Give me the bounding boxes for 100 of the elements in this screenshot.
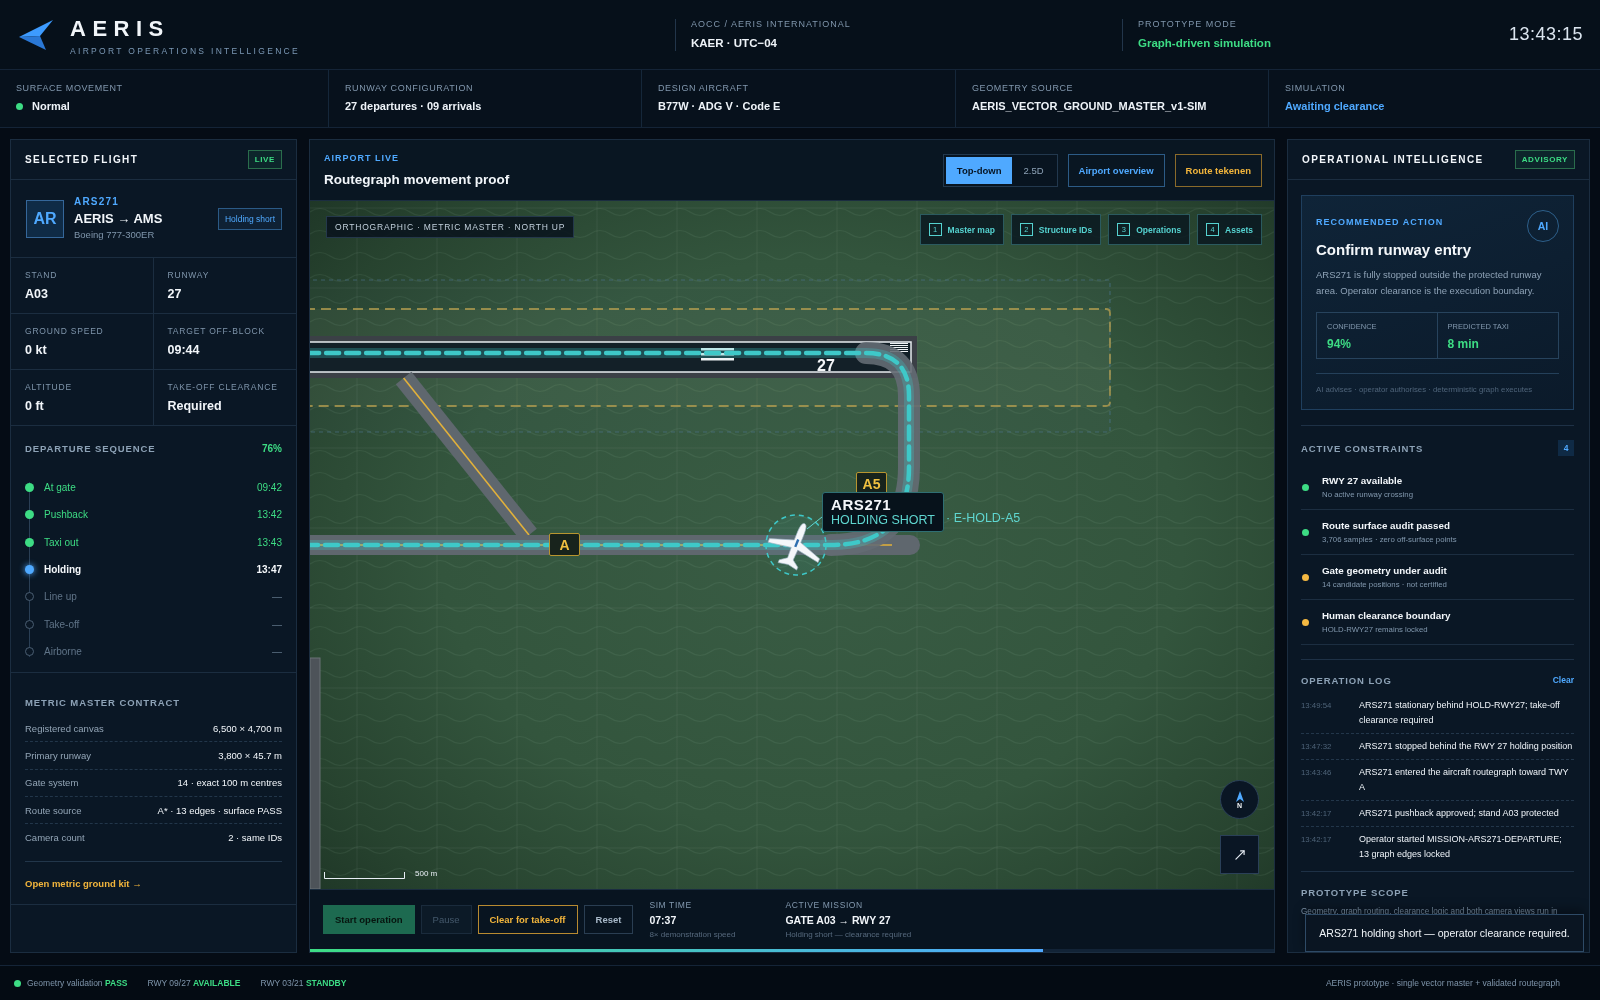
status-label: SURFACE MOVEMENT [16, 83, 124, 94]
map-title: Routegraph movement proof [324, 171, 510, 188]
mission-value: GATE A03 → RWY 27 [785, 913, 892, 927]
control-button[interactable]: Reset [583, 905, 634, 934]
contract-value: 14 · exact 100 m centres [177, 777, 282, 789]
step-label: Airborne [44, 645, 83, 657]
status-label: DESIGN AIRCRAFT [658, 83, 750, 94]
step-time: — [272, 618, 282, 630]
contract-value: 6,500 × 4,700 m [213, 722, 282, 734]
aircraft-icon [767, 523, 820, 571]
constraint-title: Human clearance boundary [1322, 609, 1451, 622]
brand-tagline: AIRPORT OPERATIONS INTELLIGENCE [70, 45, 300, 56]
status-label: RUNWAY CONFIGURATION [345, 83, 475, 94]
section-title: ACTIVE CONSTRAINTS [1301, 442, 1424, 454]
contract-label: Route source [25, 804, 82, 816]
clock: 13:43:15 [1508, 24, 1584, 45]
map-action-button[interactable]: Route tekenen [1174, 153, 1262, 187]
stat-value: 09:44 [167, 343, 201, 358]
taxiway-label: A [549, 533, 580, 556]
contract-value: A* · 13 edges · surface PASS [157, 804, 282, 816]
contract-label: Primary runway [25, 749, 91, 761]
log-message: ARS271 entered the aircraft routegraph toward TWY A [1359, 766, 1570, 794]
airline-avatar: AR [26, 199, 64, 238]
flight-route: AERIS → AMS [74, 211, 164, 227]
section-title: METRIC MASTER CONTRACT [25, 696, 180, 708]
stat-value: 0 kt [25, 343, 48, 358]
footer-status: RWY 09/27 AVAILABLE [147, 978, 241, 988]
stat-value: Required [167, 399, 223, 414]
meta-label: PROTOTYPE MODE [1138, 19, 1238, 30]
footer-status: Geometry validation PASS [27, 978, 128, 988]
callout-callsign: ARS271 [831, 496, 893, 513]
step-label: Line up [44, 591, 78, 603]
stat-label: TARGET OFF-BLOCK [167, 326, 266, 336]
sim-speed-note: 8× demonstration speed [649, 929, 736, 940]
mission-note: Holding short — clearance required [785, 929, 912, 940]
mission-label: ACTIVE MISSION [785, 899, 864, 910]
step-label: Take-off [44, 618, 81, 630]
stat-value: 27 [167, 287, 183, 302]
brand-name: AERIS [70, 16, 171, 41]
step-time: — [272, 645, 282, 657]
stat-label: GROUND SPEED [25, 326, 105, 336]
leader-line [806, 516, 823, 530]
north-arrow-icon [1235, 790, 1244, 802]
step-time: 09:42 [256, 482, 282, 494]
status-value: Awaiting clearance [1285, 100, 1385, 113]
control-button[interactable]: Clear for take-off [477, 905, 578, 934]
projection-label: ORTHOGRAPHIC · METRIC MASTER · NORTH UP [326, 216, 575, 238]
logo-icon [19, 19, 53, 50]
contract-value: 2 · same IDs [228, 832, 282, 844]
meta-value: Graph-driven simulation [1138, 36, 1272, 50]
view-mode-tab[interactable]: Top-down [945, 156, 1013, 184]
contract-label: Registered canvas [25, 722, 104, 734]
footer-note: AERIS prototype · single vector master + validated routegraph [1325, 978, 1561, 988]
stat-value: 0 ft [25, 399, 45, 414]
aircraft-type: Boeing 777-300ER [74, 229, 156, 241]
live-tag: LIVE [247, 150, 282, 169]
status-label: SIMULATION [1285, 83, 1347, 94]
constraint-title: RWY 27 available [1322, 474, 1404, 487]
panel-title: OPERATIONAL INTELLIGENCE [1302, 154, 1484, 165]
meta-label: AOCC / AERIS INTERNATIONAL [691, 19, 852, 30]
contract-value: 3,800 × 45.7 m [218, 749, 282, 761]
status-value: 27 departures · 09 arrivals [345, 100, 482, 113]
log-message: ARS271 stationary behind HOLD-RWY27; take-off clearance required [1359, 699, 1561, 727]
clear-log-link[interactable]: Clear [1552, 675, 1574, 685]
step-label: Holding [44, 564, 83, 576]
ground-kit-link[interactable]: Open metric ground kit → [25, 878, 142, 890]
log-message: Operator started MISSION-ARS271-DEPARTURE; 13 graph edges locked [1359, 833, 1563, 861]
step-time: 13:43 [256, 536, 282, 548]
step-time: 13:42 [256, 509, 282, 521]
recommendation-eyebrow: RECOMMENDED ACTION [1316, 217, 1444, 228]
contract-label: Gate system [25, 777, 79, 789]
step-time: 13:47 [256, 564, 282, 576]
recommendation-title: Confirm runway entry [1316, 241, 1473, 259]
sim-time-value: 07:37 [649, 913, 678, 927]
view-mode-tab[interactable]: 2.5D [1012, 156, 1055, 184]
section-title: DEPARTURE SEQUENCE [25, 442, 156, 454]
step-time: — [272, 591, 282, 603]
callout-status: HOLDING SHORT [831, 513, 935, 528]
map-action-button[interactable]: Airport overview [1067, 153, 1165, 187]
expand-button[interactable] [1220, 835, 1259, 874]
runway-number: 27 [817, 356, 835, 374]
step-label: Pushback [44, 509, 89, 521]
advisory-tag: ADVISORY [1514, 150, 1575, 169]
metric-value: 8 min [1447, 337, 1480, 351]
validation-dot-icon [14, 979, 21, 987]
constraint-count: 4 [1558, 440, 1574, 456]
meta-value: KAER · UTC−04 [691, 36, 778, 50]
stat-label: STAND [25, 270, 59, 280]
diagonal-arrow-icon [1232, 847, 1247, 862]
scale-label: 500 m [415, 869, 438, 879]
map-eyebrow: AIRPORT LIVE [324, 152, 399, 164]
stat-value: A03 [25, 287, 49, 302]
status-value: AERIS_VECTOR_GROUND_MASTER_v1-SIM [972, 100, 1207, 113]
flight-callsign: ARS271 [74, 196, 120, 208]
log-message: ARS271 pushback approved; stand A03 protected [1359, 807, 1560, 820]
stat-label: RUNWAY [167, 270, 211, 280]
stat-label: TAKE-OFF CLEARANCE [167, 382, 279, 392]
constraint-title: Route surface audit passed [1322, 519, 1451, 532]
metric-value: 94% [1327, 337, 1353, 351]
status-dot-icon [16, 103, 23, 110]
